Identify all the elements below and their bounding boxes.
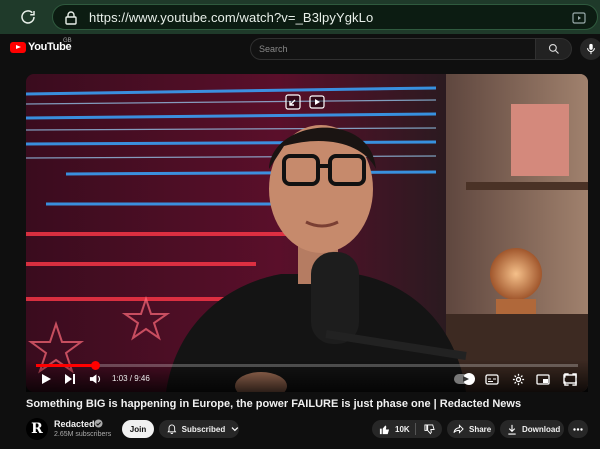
more-actions-button[interactable] bbox=[568, 420, 588, 438]
youtube-play-icon bbox=[10, 41, 26, 53]
join-button[interactable]: Join bbox=[122, 420, 154, 438]
share-label: Share bbox=[469, 424, 492, 434]
download-label: Download bbox=[522, 424, 561, 434]
progress-bar[interactable] bbox=[36, 361, 578, 370]
bell-icon bbox=[167, 424, 177, 434]
browser-toolbar: https://www.youtube.com/watch?v=_B3lpyYg… bbox=[0, 0, 600, 34]
thumbs-up-icon[interactable] bbox=[379, 424, 390, 435]
video-title: Something BIG is happening in Europe, th… bbox=[26, 398, 522, 410]
video-frame bbox=[26, 74, 588, 392]
picture-in-picture-icon[interactable] bbox=[307, 92, 327, 112]
download-icon bbox=[508, 424, 516, 435]
miniplayer-icon[interactable] bbox=[535, 372, 551, 386]
subtitles-icon[interactable] bbox=[484, 372, 500, 386]
video-player[interactable] bbox=[26, 74, 588, 392]
time-display: 1:03 / 9:46 bbox=[112, 374, 150, 383]
progress-fill bbox=[36, 364, 95, 367]
url-text[interactable]: https://www.youtube.com/watch?v=_B3lpyYg… bbox=[89, 10, 373, 25]
subscribed-button[interactable]: Subscribed bbox=[159, 420, 239, 438]
download-button[interactable]: Download bbox=[500, 420, 564, 438]
voice-search-button[interactable] bbox=[580, 38, 600, 60]
like-divider bbox=[415, 423, 416, 435]
address-bar[interactable]: https://www.youtube.com/watch?v=_B3lpyYg… bbox=[52, 4, 598, 30]
search-icon bbox=[548, 43, 559, 54]
settings-gear-icon[interactable] bbox=[510, 372, 526, 386]
subscriber-count: 2.65M subscribers bbox=[54, 431, 112, 438]
video-overlay-buttons bbox=[283, 92, 331, 116]
site-info-icon[interactable] bbox=[63, 10, 79, 26]
like-count[interactable]: 10K bbox=[395, 425, 410, 434]
search-placeholder: Search bbox=[259, 44, 288, 54]
open-in-app-icon[interactable] bbox=[571, 10, 587, 26]
verified-badge-icon bbox=[94, 419, 103, 428]
like-dislike-group: 10K bbox=[372, 420, 442, 438]
thumbs-down-icon[interactable] bbox=[424, 423, 435, 435]
youtube-header: YouTube GB Search bbox=[0, 34, 600, 64]
search-input[interactable]: Search bbox=[250, 38, 536, 60]
channel-avatar[interactable]: R bbox=[26, 418, 48, 440]
more-horizontal-icon bbox=[573, 427, 583, 431]
fullscreen-icon[interactable] bbox=[562, 372, 578, 386]
player-controls: 1:03 / 9:46 bbox=[26, 360, 588, 392]
microphone-icon bbox=[587, 43, 595, 55]
search-button[interactable] bbox=[536, 38, 572, 60]
share-arrow-icon bbox=[453, 424, 464, 434]
chevron-down-icon bbox=[231, 427, 239, 432]
share-button[interactable]: Share bbox=[447, 420, 495, 438]
region-code: GB bbox=[63, 38, 72, 44]
volume-icon[interactable] bbox=[87, 372, 103, 386]
next-icon[interactable] bbox=[62, 372, 78, 386]
play-icon[interactable] bbox=[38, 372, 54, 386]
exit-mini-icon[interactable] bbox=[283, 92, 303, 112]
subscribed-label: Subscribed bbox=[181, 424, 226, 434]
scrubber-handle[interactable] bbox=[91, 361, 100, 370]
channel-name[interactable]: Redacted bbox=[54, 419, 95, 429]
reload-icon[interactable] bbox=[18, 7, 38, 27]
